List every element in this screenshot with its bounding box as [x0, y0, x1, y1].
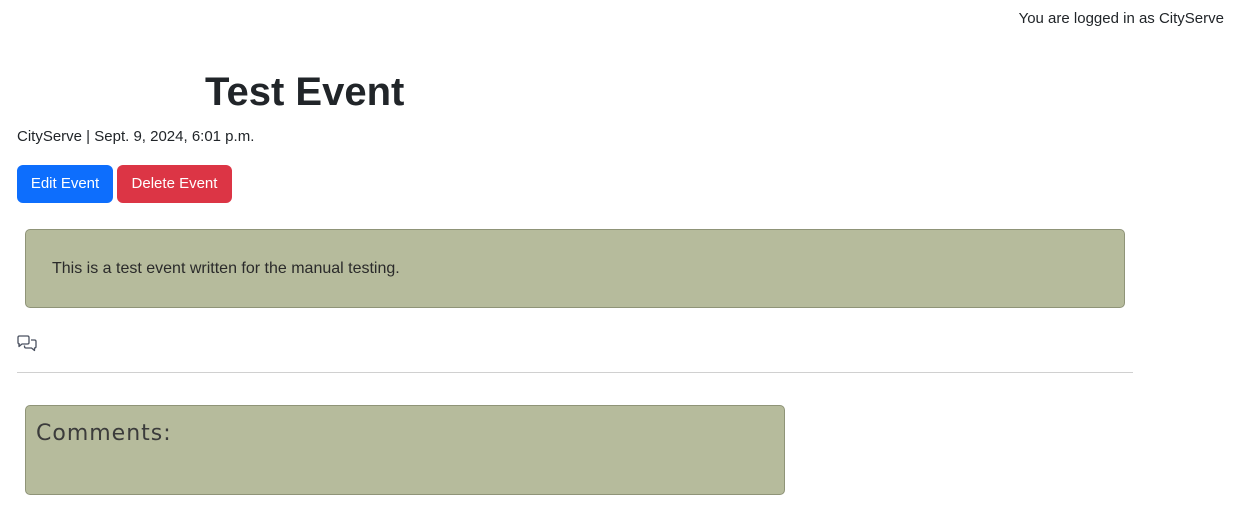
event-title: Test Event: [205, 70, 405, 114]
comments-card: Comments:: [25, 405, 785, 495]
comments-icon: [16, 334, 38, 354]
event-byline: CityServe | Sept. 9, 2024, 6:01 p.m.: [17, 128, 255, 145]
comments-heading: Comments:: [36, 421, 172, 446]
event-content-card: This is a test event written for the man…: [25, 229, 1125, 308]
edit-event-button[interactable]: Edit Event: [17, 165, 113, 203]
divider: [17, 372, 1133, 373]
login-status: You are logged in as CityServe: [1018, 10, 1224, 27]
delete-event-button[interactable]: Delete Event: [117, 165, 232, 203]
event-content-text: This is a test event written for the man…: [52, 260, 400, 277]
